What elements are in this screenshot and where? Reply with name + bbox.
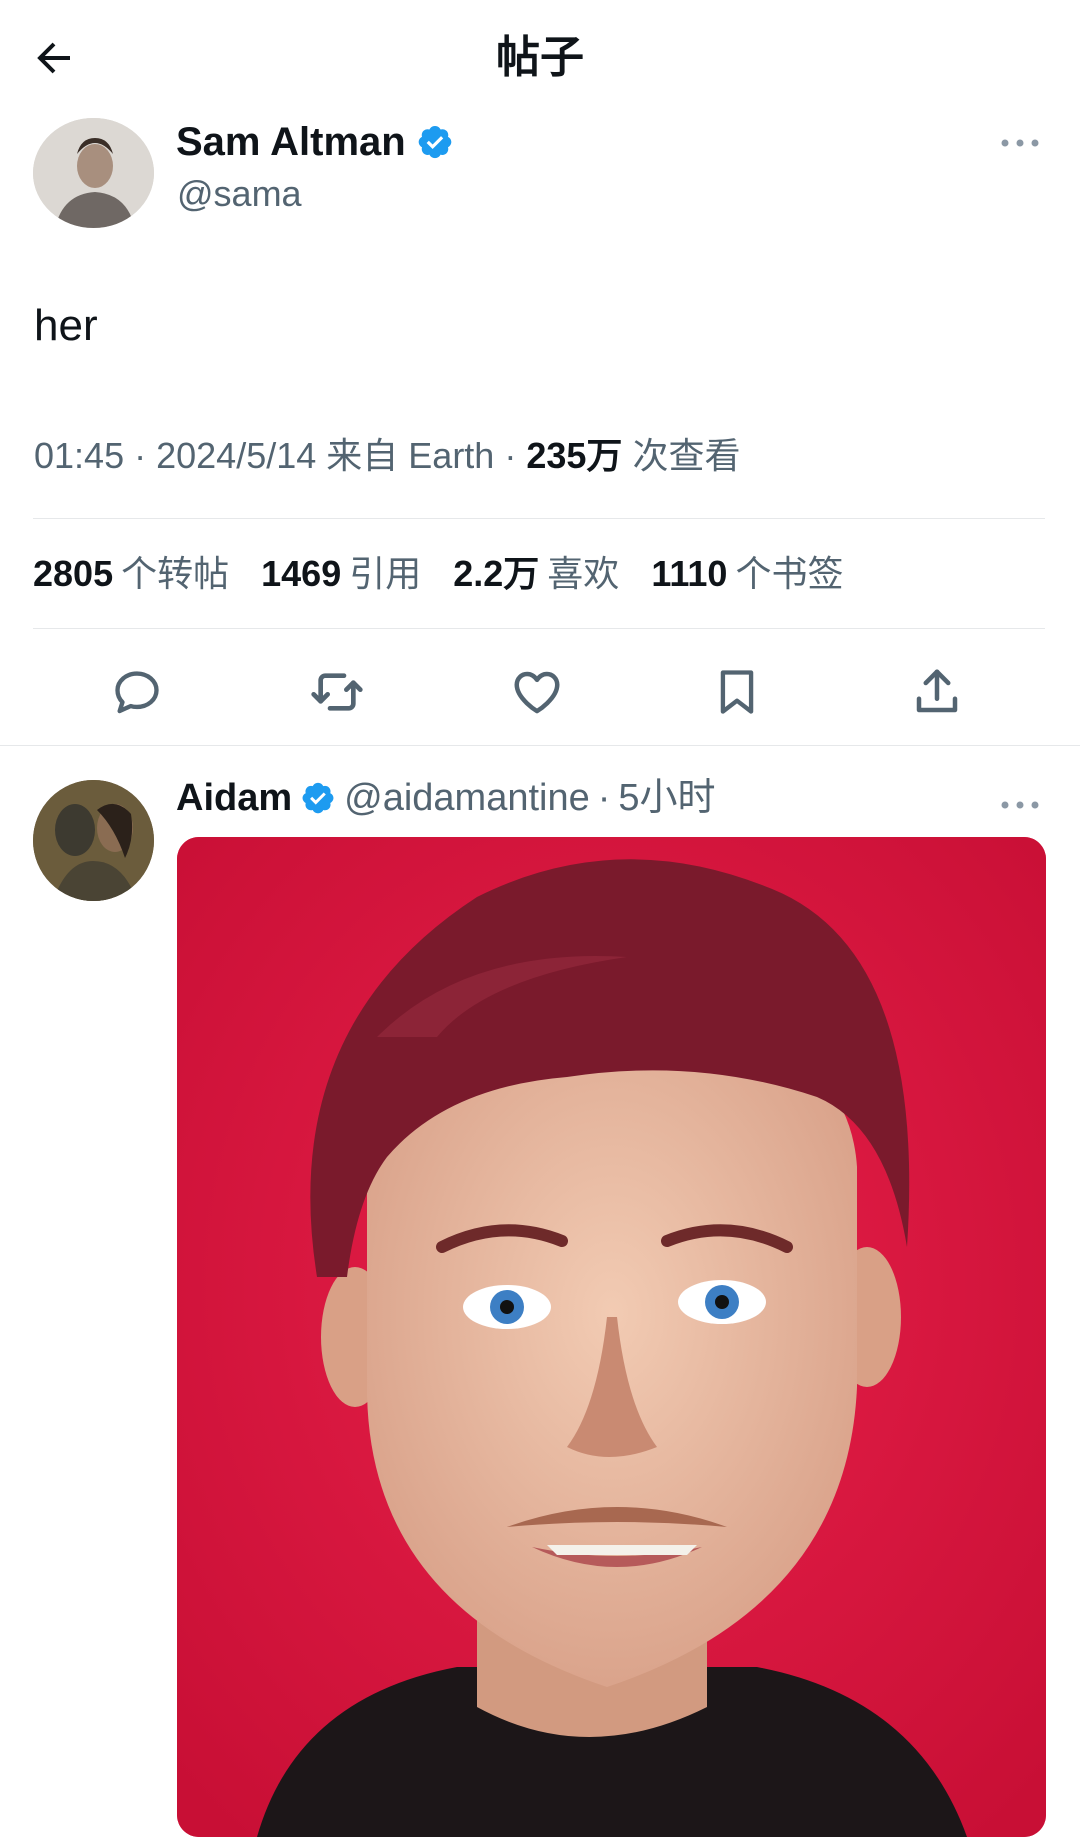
meta-separator: · — [504, 435, 527, 476]
bookmarks-label: 个书签 — [735, 553, 844, 594]
bookmarks-count: 1110 — [651, 553, 728, 594]
quotes-stat[interactable]: 1469 引用 — [261, 548, 421, 600]
like-button[interactable] — [507, 662, 567, 722]
avatar[interactable] — [33, 118, 154, 228]
reply-avatar-photo — [33, 780, 154, 901]
bookmarks-stat[interactable]: 1110 个书签 — [651, 548, 843, 600]
like-icon — [514, 671, 560, 714]
share-button[interactable] — [907, 662, 967, 722]
reply-header: Aidam @aidamantine · 5小时 — [176, 772, 716, 824]
retweets-count: 2805 — [33, 553, 114, 594]
likes-count: 2.2万 — [453, 553, 540, 594]
reply-media-image[interactable] — [177, 837, 1046, 1837]
reply-author-handle[interactable]: @aidamantine — [344, 772, 590, 824]
retweets-stat[interactable]: 2805 个转帖 — [33, 548, 229, 600]
portrait-illustration — [177, 837, 1046, 1837]
engagement-stats: 2805 个转帖 1469 引用 2.2万 喜欢 1110 个书签 — [33, 548, 865, 600]
bookmark-button[interactable] — [707, 662, 767, 722]
tweet-time: 01:45 — [34, 435, 125, 476]
bookmark-icon — [720, 670, 754, 714]
meta-separator: · — [597, 777, 611, 819]
page-title: 帖子 — [496, 33, 584, 82]
retweet-icon — [311, 673, 363, 711]
views-label: 次查看 — [632, 435, 741, 476]
meta-separator: · — [134, 435, 157, 476]
retweet-button[interactable] — [307, 662, 367, 722]
verified-badge-icon — [302, 782, 334, 814]
author-name-text: Sam Altman — [176, 120, 406, 164]
views-count: 235万 — [526, 435, 623, 476]
action-bar — [33, 652, 1045, 728]
more-dots-icon — [1001, 801, 1039, 809]
verified-badge-icon — [418, 126, 451, 159]
author-name[interactable]: Sam Altman — [176, 118, 454, 166]
reply-author-name[interactable]: Aidam — [176, 772, 292, 824]
tweet-source: 来自 Earth — [326, 435, 495, 476]
reply-more-options-button[interactable] — [995, 790, 1045, 820]
reply-button[interactable] — [107, 662, 167, 722]
retweets-label: 个转帖 — [121, 553, 230, 594]
reply-avatar[interactable] — [33, 780, 154, 901]
quotes-label: 引用 — [349, 553, 422, 594]
author-handle[interactable]: @sama — [177, 172, 302, 216]
quotes-count: 1469 — [261, 553, 342, 594]
likes-stat[interactable]: 2.2万 喜欢 — [453, 548, 619, 600]
share-icon — [916, 669, 958, 713]
reply-time: 5小时 — [618, 777, 716, 819]
section-divider — [0, 745, 1080, 746]
likes-label: 喜欢 — [547, 553, 620, 594]
tweet-text: her — [34, 301, 98, 350]
reply-icon — [115, 671, 159, 714]
tweet-meta: 01:45 · 2024/5/14 来自 Earth · 235万 次查看 — [34, 432, 740, 480]
tweet-date: 2024/5/14 — [156, 435, 317, 476]
divider — [33, 628, 1045, 629]
more-dots-icon — [1001, 139, 1039, 147]
divider — [33, 518, 1045, 519]
more-options-button[interactable] — [995, 128, 1045, 158]
avatar-photo — [33, 118, 154, 228]
